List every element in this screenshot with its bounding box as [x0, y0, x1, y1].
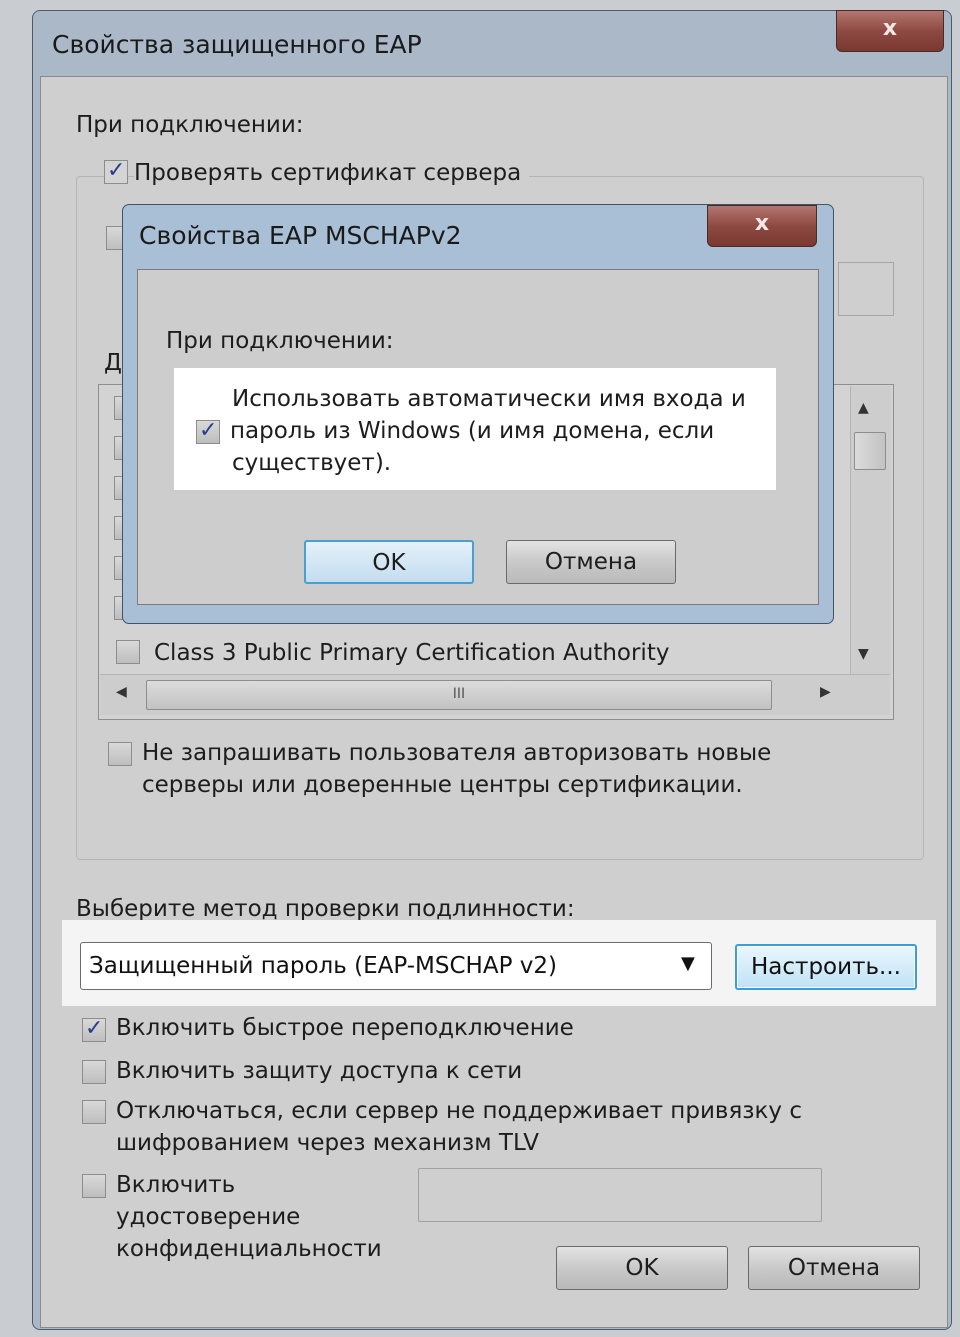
fast-reconnect-checkbox[interactable]	[82, 1016, 106, 1042]
disconnect-tlv-label: Отключаться, если сервер не поддерживает…	[116, 1098, 802, 1124]
auth-method-value: Защищенный пароль (EAP-MSCHAP v2)	[89, 953, 557, 979]
scroll-down-icon[interactable]: ▼	[858, 646, 869, 662]
auth-method-heading: Выберите метод проверки подлинности:	[76, 896, 575, 922]
close-button[interactable]: x	[836, 10, 944, 52]
inner-on-connect-heading: При подключении:	[166, 328, 394, 354]
scroll-right-icon[interactable]: ▶	[820, 684, 831, 700]
window-title: Свойства защищенного EAP	[52, 30, 422, 59]
nap-checkbox[interactable]	[82, 1060, 106, 1084]
inner-content: При подключении: Использовать автоматиче…	[137, 269, 819, 605]
identity-privacy-checkbox[interactable]	[82, 1174, 106, 1198]
inner-ok-button[interactable]: OK	[304, 540, 474, 584]
verify-cert-label: Проверять сертификат сервера	[134, 160, 530, 186]
mschapv2-dialog: Свойства EAP MSCHAPv2 x При подключении:…	[122, 204, 834, 624]
no-prompt-label-cont: серверы или доверенные центры сертификац…	[142, 772, 743, 798]
disconnect-tlv-checkbox[interactable]	[82, 1100, 106, 1124]
servers-field[interactable]	[838, 262, 894, 316]
cancel-button[interactable]: Отмена	[748, 1246, 920, 1290]
fast-reconnect-label: Включить быстрое переподключение	[116, 1015, 574, 1041]
anonymous-identity-field[interactable]	[418, 1168, 822, 1222]
verify-cert-checkbox[interactable]	[104, 158, 128, 184]
on-connect-heading: При подключении:	[76, 112, 304, 138]
no-prompt-checkbox[interactable]	[108, 742, 132, 766]
inner-window-title: Свойства EAP MSCHAPv2	[139, 221, 462, 250]
trusted-ca-label: Д	[104, 350, 122, 376]
configure-button[interactable]: Настроить...	[735, 944, 917, 990]
scroll-left-icon[interactable]: ◀	[116, 684, 127, 700]
close-icon: x	[882, 16, 898, 41]
close-icon: x	[754, 211, 770, 236]
grip-icon: III	[452, 686, 466, 702]
ok-button[interactable]: OK	[556, 1246, 728, 1290]
vertical-scrollbar[interactable]	[850, 386, 891, 682]
disconnect-tlv-label-cont: шифрованием через механизм TLV	[116, 1130, 539, 1156]
auto-login-label-cont: существует).	[232, 450, 392, 476]
vertical-scroll-thumb[interactable]	[854, 432, 886, 470]
identity-privacy-label: Включить	[116, 1172, 236, 1198]
auto-login-checkbox[interactable]	[196, 418, 220, 444]
auto-login-label-cont: пароль из Windows (и имя домена, если	[230, 418, 715, 444]
auto-login-label: Использовать автоматически имя входа и	[232, 386, 746, 412]
identity-privacy-label-cont: удостоверение	[116, 1204, 301, 1230]
horizontal-scroll-thumb[interactable]: III	[146, 680, 772, 710]
auth-method-select[interactable]: Защищенный пароль (EAP-MSCHAP v2) ▼	[80, 942, 712, 990]
ca-item-label: Class 3 Public Primary Certification Aut…	[154, 640, 670, 666]
identity-privacy-label-cont: конфиденциальности	[116, 1236, 382, 1262]
inner-cancel-button[interactable]: Отмена	[506, 540, 676, 584]
ca-item-checkbox[interactable]	[116, 640, 140, 664]
inner-close-button[interactable]: x	[707, 205, 817, 247]
no-prompt-label: Не запрашивать пользователя авторизовать…	[142, 740, 772, 766]
nap-label: Включить защиту доступа к сети	[116, 1058, 523, 1084]
dropdown-arrow-icon: ▼	[681, 953, 695, 974]
scroll-up-icon[interactable]: ▲	[858, 400, 869, 416]
